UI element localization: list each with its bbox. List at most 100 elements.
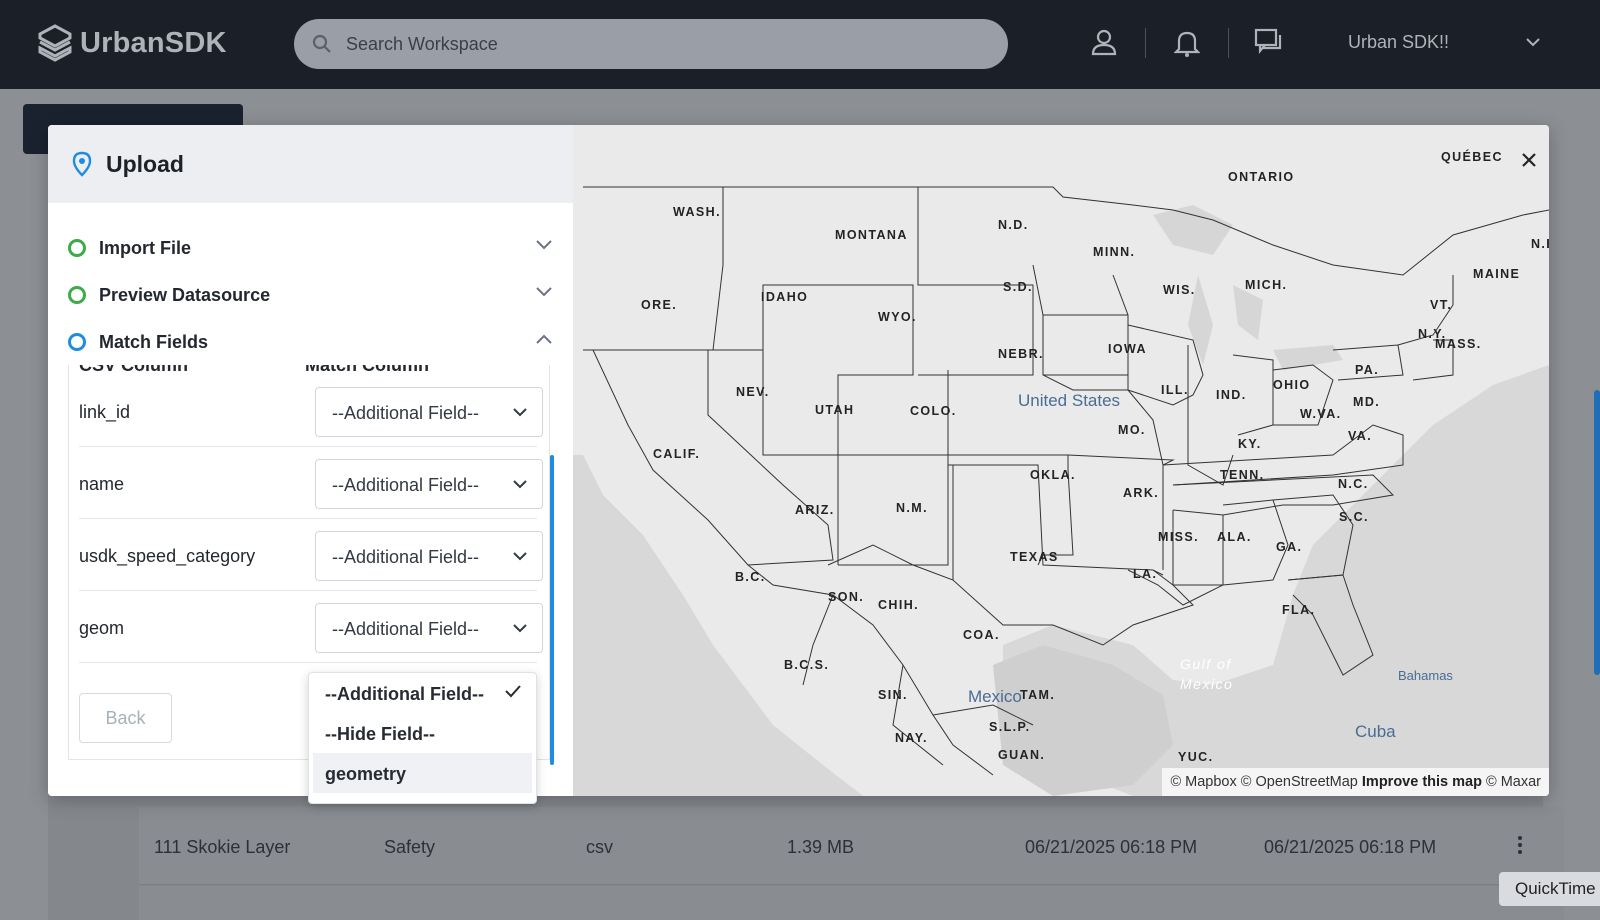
match-column-select[interactable]: --Additional Field-- xyxy=(315,531,543,581)
user-icon[interactable] xyxy=(1091,28,1117,58)
map-view[interactable]: WASH. MONTANA N.D. MINN. ORE. IDAHO S.D.… xyxy=(573,125,1549,796)
bell-icon[interactable] xyxy=(1174,28,1200,58)
map-label-state: COA. xyxy=(963,628,1000,642)
logo[interactable]: UrbanSDK xyxy=(38,24,227,62)
back-button[interactable]: Back xyxy=(79,693,172,743)
map-label-state: GA. xyxy=(1276,540,1303,554)
user-menu[interactable]: Urban SDK!! xyxy=(1348,32,1449,53)
chevron-down-icon xyxy=(513,552,527,561)
map-label-country: Cuba xyxy=(1355,722,1396,741)
dropdown-option-additional-field[interactable]: --Additional Field-- xyxy=(313,673,532,713)
map-label-state: MICH. xyxy=(1245,278,1288,292)
step-preview-datasource[interactable]: Preview Datasource xyxy=(68,280,553,310)
chevron-down-icon xyxy=(513,624,527,633)
table-row[interactable]: 111 Skokie Layer Safety csv 1.39 MB 06/2… xyxy=(139,807,1564,885)
map-label-state: MD. xyxy=(1353,395,1381,409)
modal-title: Upload xyxy=(106,150,184,177)
step-complete-icon xyxy=(68,286,86,304)
step-match-fields[interactable]: Match Fields xyxy=(68,327,553,357)
chat-icon[interactable] xyxy=(1254,28,1284,56)
map-label-state: TENN. xyxy=(1220,468,1265,482)
map-label-state: LA. xyxy=(1133,567,1158,581)
map-label-state: B.C. xyxy=(735,570,766,584)
dropdown-option-hide-field[interactable]: --Hide Field-- xyxy=(313,713,532,753)
map-label-state: OHIO xyxy=(1273,378,1311,392)
chevron-down-icon[interactable] xyxy=(535,286,553,298)
close-icon[interactable] xyxy=(1516,147,1542,173)
step-label: Preview Datasource xyxy=(99,284,271,305)
chevron-down-icon xyxy=(513,480,527,489)
field-row-link-id: link_id --Additional Field-- xyxy=(79,375,543,447)
map-label-state: NEBR. xyxy=(998,347,1044,361)
chevron-down-icon[interactable] xyxy=(535,239,553,251)
map-label-state: SIN. xyxy=(878,688,908,702)
step-label: Match Fields xyxy=(99,331,209,352)
divider xyxy=(1228,28,1229,58)
map-label-state: W.VA. xyxy=(1300,407,1342,421)
table-row[interactable] xyxy=(139,886,1564,920)
step-active-icon xyxy=(68,333,86,351)
page-scrollbar[interactable] xyxy=(1594,390,1600,675)
map-label-state: B.C.S. xyxy=(784,658,830,672)
map-label-state: N.C. xyxy=(1338,477,1369,491)
check-icon xyxy=(505,685,521,698)
map-label-state: FLA. xyxy=(1282,603,1316,617)
map-attribution: © Mapbox © OpenStreetMap Improve this ma… xyxy=(1162,768,1549,796)
divider xyxy=(1145,28,1146,58)
map-label-state: MO. xyxy=(1118,423,1146,437)
chevron-up-icon[interactable] xyxy=(535,333,553,345)
match-column-select[interactable]: --Additional Field-- xyxy=(315,459,543,509)
urbansdk-logo-icon xyxy=(38,24,72,62)
match-column-select[interactable]: --Additional Field-- xyxy=(315,603,543,653)
map-basemap[interactable] xyxy=(573,125,1549,796)
match-column-dropdown[interactable]: --Additional Field-- --Hide Field-- geom… xyxy=(308,672,537,804)
dropdown-option-geometry[interactable]: geometry xyxy=(313,753,532,793)
map-label-country: Mexico xyxy=(968,687,1022,706)
map-label-state: ARK. xyxy=(1123,486,1160,500)
map-label-water: Mexico xyxy=(1180,676,1234,692)
chevron-down-icon[interactable] xyxy=(1525,36,1541,48)
map-label-state: CALIF. xyxy=(653,447,701,461)
map-label-state: PA. xyxy=(1355,363,1380,377)
map-label-state: ILL. xyxy=(1161,383,1189,397)
kebab-menu-icon[interactable] xyxy=(1517,835,1523,855)
map-label-state: ARIZ. xyxy=(795,503,835,517)
map-label-state: IDAHO xyxy=(761,290,809,304)
osm-attribution-link[interactable]: © OpenStreetMap xyxy=(1241,774,1358,790)
search-icon xyxy=(312,34,331,53)
map-label-state: COLO. xyxy=(910,404,957,418)
select-value: --Additional Field-- xyxy=(332,619,480,639)
map-label-state: WASH. xyxy=(673,205,721,219)
match-column-select[interactable]: --Additional Field-- xyxy=(315,387,543,437)
upload-modal: Upload Import File Preview Datasource Ma… xyxy=(48,125,1549,796)
maxar-attribution-link[interactable]: © Maxar xyxy=(1486,774,1541,790)
dropdown-option-label: --Additional Field-- xyxy=(325,684,484,704)
layer-category: Safety xyxy=(384,837,436,857)
map-label-state: NAY. xyxy=(895,731,928,745)
map-label-state: VA. xyxy=(1348,429,1373,443)
select-value: --Additional Field-- xyxy=(332,403,480,423)
improve-map-link[interactable]: Improve this map xyxy=(1362,774,1482,790)
map-label-state: NEV. xyxy=(736,385,770,399)
layer-type: csv xyxy=(586,837,613,857)
map-label-state: TEXAS xyxy=(1010,550,1059,564)
chevron-down-icon xyxy=(513,408,527,417)
map-label-state: S.C. xyxy=(1339,510,1369,524)
step-complete-icon xyxy=(68,239,86,257)
step-import-file[interactable]: Import File xyxy=(68,233,553,263)
map-label-state: KY. xyxy=(1238,437,1262,451)
map-label-state: N.B xyxy=(1531,237,1549,251)
search-bar[interactable] xyxy=(294,19,1008,69)
mapbox-attribution-link[interactable]: © Mapbox xyxy=(1170,774,1236,790)
field-row-geom: geom --Additional Field-- xyxy=(79,591,543,663)
map-label-state: VT. xyxy=(1430,298,1453,312)
match-fields-scrollbar[interactable] xyxy=(550,455,554,765)
map-label-state: N.M. xyxy=(896,501,928,515)
search-input[interactable] xyxy=(346,33,966,55)
map-label-state: MINN. xyxy=(1093,245,1136,259)
dropdown-option-label: --Hide Field-- xyxy=(325,724,435,744)
csv-field-name: usdk_speed_category xyxy=(79,546,256,566)
field-row-usdk-speed-category: usdk_speed_category --Additional Field-- xyxy=(79,519,543,591)
map-label-state: IOWA xyxy=(1108,342,1147,356)
layer-name: 111 Skokie Layer xyxy=(154,837,291,857)
